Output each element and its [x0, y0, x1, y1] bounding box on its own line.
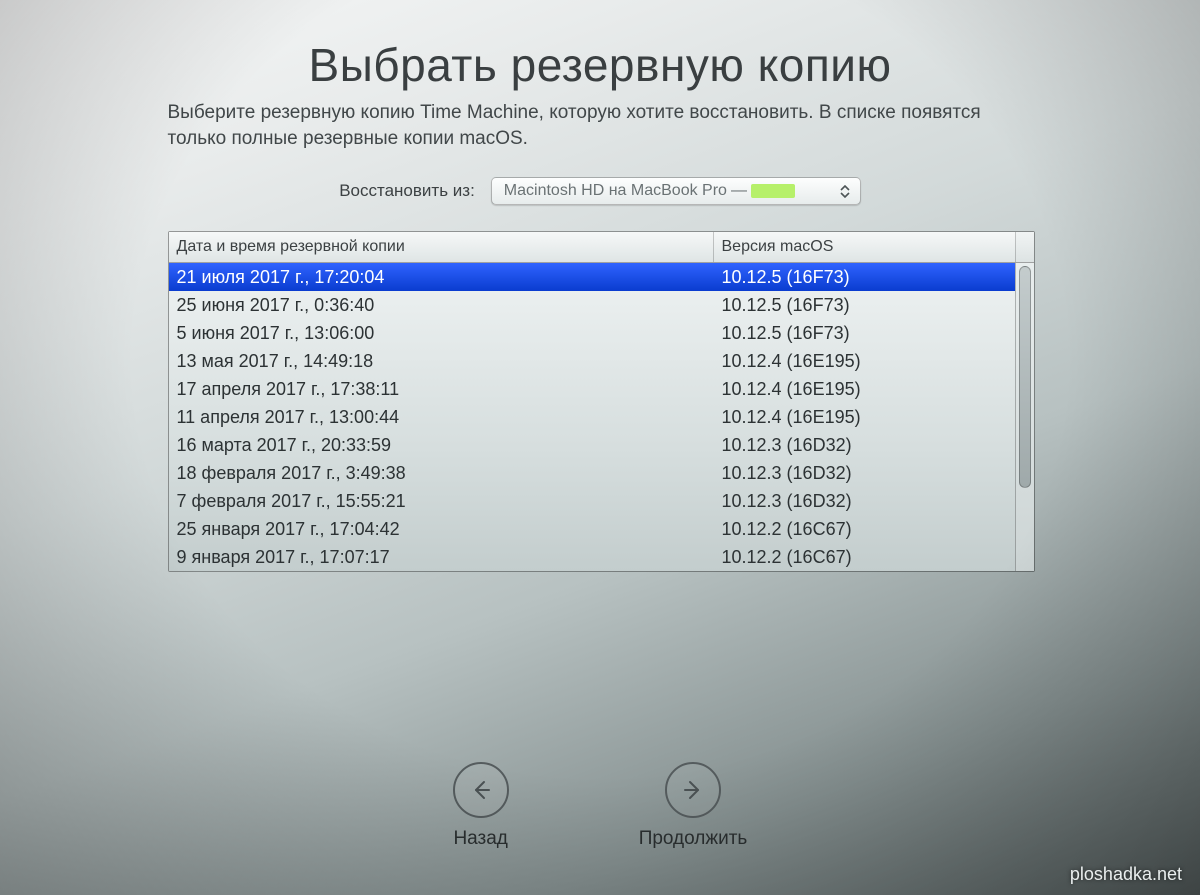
cell-version: 10.12.2 (16C67) [714, 543, 1015, 571]
continue-button[interactable]: Продолжить [639, 762, 748, 850]
table-row[interactable]: 21 июля 2017 г., 17:20:0410.12.5 (16F73) [169, 263, 1015, 291]
cell-date: 21 июля 2017 г., 17:20:04 [169, 263, 714, 291]
arrow-left-icon [453, 762, 509, 818]
cell-date: 7 февраля 2017 г., 15:55:21 [169, 487, 714, 515]
table-row[interactable]: 25 января 2017 г., 17:04:4210.12.2 (16C6… [169, 515, 1015, 543]
cell-version: 10.12.3 (16D32) [714, 487, 1015, 515]
cell-version: 10.12.2 (16C67) [714, 515, 1015, 543]
cell-version: 10.12.4 (16E195) [714, 347, 1015, 375]
chevron-up-down-icon [840, 182, 854, 200]
cell-date: 16 марта 2017 г., 20:33:59 [169, 431, 714, 459]
table-rows: 21 июля 2017 г., 17:20:0410.12.5 (16F73)… [169, 263, 1015, 571]
cell-date: 17 апреля 2017 г., 17:38:11 [169, 375, 714, 403]
cell-version: 10.12.5 (16F73) [714, 291, 1015, 319]
table-row[interactable]: 16 марта 2017 г., 20:33:5910.12.3 (16D32… [169, 431, 1015, 459]
cell-version: 10.12.5 (16F73) [714, 263, 1015, 291]
table-row[interactable]: 5 июня 2017 г., 13:06:0010.12.5 (16F73) [169, 319, 1015, 347]
restore-source-value: Macintosh HD на MacBook Pro [504, 182, 727, 200]
cell-date: 25 января 2017 г., 17:04:42 [169, 515, 714, 543]
cell-date: 11 апреля 2017 г., 13:00:44 [169, 403, 714, 431]
column-header-version[interactable]: Версия macOS [714, 232, 1015, 262]
arrow-right-icon [665, 762, 721, 818]
restore-source-row: Восстановить из: Macintosh HD на MacBook… [168, 177, 1033, 205]
restore-source-dash: — [731, 182, 747, 200]
cell-version: 10.12.4 (16E195) [714, 403, 1015, 431]
column-header-date[interactable]: Дата и время резервной копии [169, 232, 714, 262]
cell-date: 18 февраля 2017 г., 3:49:38 [169, 459, 714, 487]
cell-date: 25 июня 2017 г., 0:36:40 [169, 291, 714, 319]
scrollbar-gutter-header [1015, 232, 1034, 262]
page-title: Выбрать резервную копию [168, 38, 1033, 92]
table-row[interactable]: 25 июня 2017 г., 0:36:4010.12.5 (16F73) [169, 291, 1015, 319]
back-label: Назад [453, 828, 507, 850]
watermark: ploshadka.net [1070, 864, 1182, 885]
back-button[interactable]: Назад [453, 762, 509, 850]
restore-source-label: Восстановить из: [339, 181, 475, 201]
table-row[interactable]: 18 февраля 2017 г., 3:49:3810.12.3 (16D3… [169, 459, 1015, 487]
table-row[interactable]: 17 апреля 2017 г., 17:38:1110.12.4 (16E1… [169, 375, 1015, 403]
cell-version: 10.12.3 (16D32) [714, 459, 1015, 487]
table-row[interactable]: 11 апреля 2017 г., 13:00:4410.12.4 (16E1… [169, 403, 1015, 431]
table-header: Дата и время резервной копии Версия macO… [169, 232, 1034, 263]
table-row[interactable]: 7 февраля 2017 г., 15:55:2110.12.3 (16D3… [169, 487, 1015, 515]
scrollbar-thumb[interactable] [1019, 266, 1031, 488]
cell-date: 9 января 2017 г., 17:07:17 [169, 543, 714, 571]
cell-version: 10.12.5 (16F73) [714, 319, 1015, 347]
page-subtitle: Выберите резервную копию Time Machine, к… [168, 100, 1033, 151]
table-row[interactable]: 9 января 2017 г., 17:07:1710.12.2 (16C67… [169, 543, 1015, 571]
cell-date: 13 мая 2017 г., 14:49:18 [169, 347, 714, 375]
cell-date: 5 июня 2017 г., 13:06:00 [169, 319, 714, 347]
table-row[interactable]: 13 мая 2017 г., 14:49:1810.12.4 (16E195) [169, 347, 1015, 375]
cell-version: 10.12.3 (16D32) [714, 431, 1015, 459]
scrollbar[interactable] [1015, 263, 1034, 571]
restore-source-dropdown[interactable]: Macintosh HD на MacBook Pro — [491, 177, 861, 205]
backup-table: Дата и время резервной копии Версия macO… [168, 231, 1035, 572]
continue-label: Продолжить [639, 828, 748, 850]
cell-version: 10.12.4 (16E195) [714, 375, 1015, 403]
restore-source-redacted [751, 184, 795, 198]
